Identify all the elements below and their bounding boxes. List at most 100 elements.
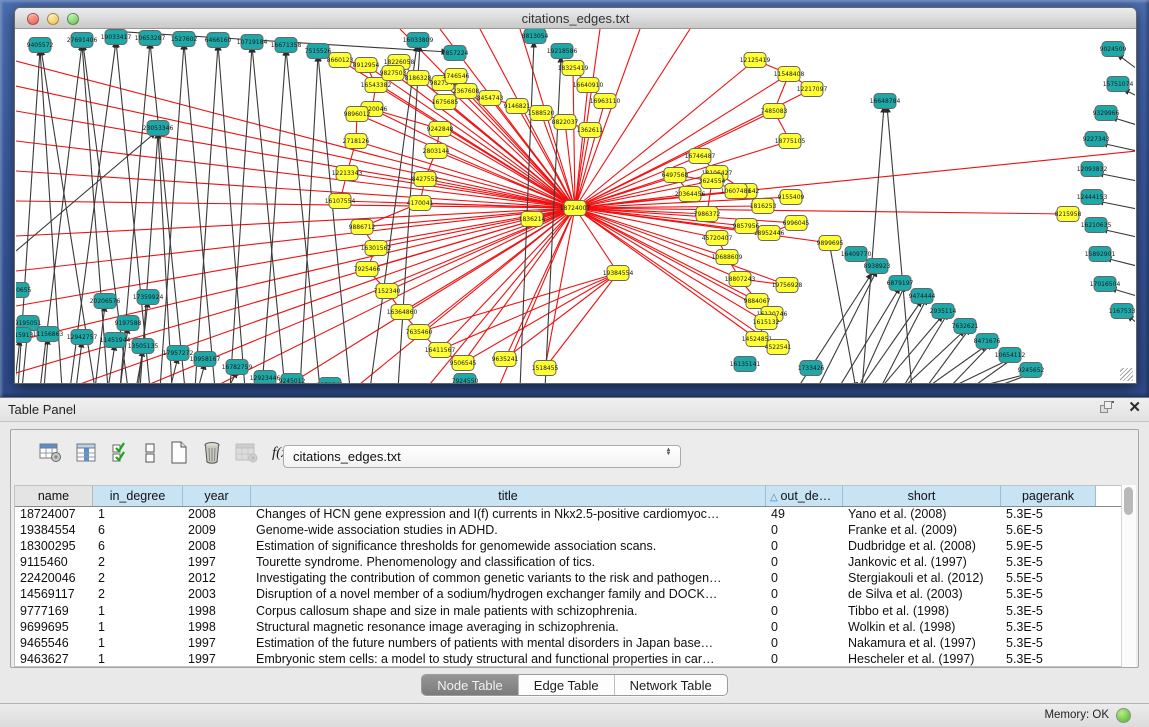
- network-node[interactable]: 16409770: [841, 247, 872, 262]
- table-cell[interactable]: 1998: [183, 620, 251, 636]
- network-node[interactable]: 9899695: [817, 236, 844, 251]
- table-cell[interactable]: 0: [766, 620, 843, 636]
- network-node[interactable]: 23053346: [143, 121, 174, 136]
- network-node[interactable]: 8822037: [552, 115, 579, 130]
- table-cell[interactable]: 5.3E-5: [1001, 555, 1096, 571]
- network-node[interactable]: 12093832: [1077, 162, 1108, 177]
- row-height-icon[interactable]: [144, 442, 156, 464]
- network-node[interactable]: 7515526: [305, 44, 332, 59]
- network-node[interactable]: 9857956: [733, 219, 760, 234]
- table-cell[interactable]: Wolkin et al. (1998): [843, 620, 1001, 636]
- network-node[interactable]: 18724007: [560, 201, 591, 216]
- column-header-in_degree[interactable]: in_degree: [93, 486, 183, 506]
- network-node[interactable]: 2718126: [343, 134, 370, 149]
- network-node[interactable]: 17359924: [133, 290, 164, 305]
- network-node[interactable]: 12923446: [250, 371, 281, 384]
- table-cell[interactable]: 0: [766, 555, 843, 571]
- table-cell[interactable]: Stergiakouli et al. (2012): [843, 571, 1001, 587]
- network-node[interactable]: 7924550: [452, 374, 479, 384]
- network-node[interactable]: 7485083: [761, 104, 788, 119]
- show-columns-icon[interactable]: [111, 442, 131, 464]
- table-cell[interactable]: Jankovic et al. (1997): [843, 555, 1001, 571]
- network-node[interactable]: 9506545: [450, 356, 477, 371]
- network-node[interactable]: 9635241: [492, 352, 519, 367]
- network-node[interactable]: 10719184: [237, 35, 268, 50]
- network-node[interactable]: 12942757: [67, 330, 98, 345]
- network-node[interactable]: 1362611: [577, 123, 604, 138]
- network-node[interactable]: 1675685: [432, 95, 459, 110]
- table-row[interactable]: 977716911998Corpus callosum shape and si…: [15, 604, 1123, 620]
- network-node[interactable]: 10688609: [712, 250, 743, 265]
- network-node[interactable]: 12125419: [740, 53, 771, 68]
- table-cell[interactable]: Disruption of a novel member of a sodium…: [251, 587, 766, 603]
- network-node[interactable]: 15751074: [1103, 77, 1134, 92]
- table-cell[interactable]: Nakamura et al. (1997): [843, 636, 1001, 652]
- network-node[interactable]: 7986372: [694, 207, 721, 222]
- table-cell[interactable]: 2009: [183, 523, 251, 539]
- table-cell[interactable]: 5.9E-5: [1001, 539, 1096, 555]
- network-node[interactable]: 9024509: [1100, 42, 1127, 57]
- table-cell[interactable]: 2008: [183, 539, 251, 555]
- network-node[interactable]: 8813054: [522, 29, 549, 44]
- table-cell[interactable]: 5.3E-5: [1001, 604, 1096, 620]
- table-cell[interactable]: 0: [766, 652, 843, 667]
- table-cell[interactable]: Hescheler et al. (1997): [843, 652, 1001, 667]
- table-cell[interactable]: 1: [93, 652, 183, 667]
- table-cell[interactable]: Tourette syndrome. Phenomenology and cla…: [251, 555, 766, 571]
- network-node[interactable]: 7635460: [406, 325, 433, 340]
- table-cell[interactable]: Estimation of significance thresholds fo…: [251, 539, 766, 555]
- network-node[interactable]: 16033809: [403, 33, 434, 48]
- column-header-short[interactable]: short: [843, 486, 1001, 506]
- float-panel-icon[interactable]: [1100, 401, 1114, 415]
- table-cell[interactable]: 18300295: [15, 539, 93, 555]
- table-cell[interactable]: 1997: [183, 652, 251, 667]
- table-row[interactable]: 1456911722003Disruption of a novel membe…: [15, 587, 1123, 603]
- table-cell[interactable]: Tibbo et al. (1998): [843, 604, 1001, 620]
- table-cell[interactable]: 9699695: [15, 620, 93, 636]
- table-cell[interactable]: 1: [93, 604, 183, 620]
- column-header-out_de[interactable]: △ out_de…: [766, 486, 843, 506]
- column-select-icon[interactable]: [76, 442, 98, 464]
- network-node[interactable]: 8912954: [353, 58, 380, 73]
- table-cell[interactable]: 9465546: [15, 636, 93, 652]
- table-cell[interactable]: Estimation of the future numbers of pati…: [251, 636, 766, 652]
- network-node[interactable]: 9146821: [504, 99, 531, 114]
- network-node[interactable]: 16301562: [361, 241, 392, 256]
- table-cell[interactable]: Franke et al. (2009): [843, 523, 1001, 539]
- network-node[interactable]: 19033417: [101, 30, 132, 45]
- network-node[interactable]: 16671358: [271, 38, 302, 53]
- network-node[interactable]: 8215958: [1055, 207, 1082, 222]
- network-node[interactable]: 1836214: [519, 212, 546, 227]
- table-cell[interactable]: 1: [93, 507, 183, 523]
- table-cell[interactable]: 0: [766, 604, 843, 620]
- table-cell[interactable]: Yano et al. (2008): [843, 507, 1001, 523]
- table-cell[interactable]: de Silva et al. (2003): [843, 587, 1001, 603]
- table-cell[interactable]: 22420046: [15, 571, 93, 587]
- network-node[interactable]: 8454743: [477, 91, 504, 106]
- table-cell[interactable]: 5.3E-5: [1001, 652, 1096, 667]
- network-node[interactable]: 11548408: [774, 67, 805, 82]
- network-node[interactable]: 45720407: [702, 231, 733, 246]
- window-resize-grip[interactable]: [1120, 368, 1133, 381]
- network-node[interactable]: 2367608: [453, 84, 480, 99]
- network-node[interactable]: 7925466: [354, 262, 381, 277]
- network-canvas[interactable]: 18724007 8660123 8912954 16543382 182260…: [16, 29, 1135, 383]
- network-node[interactable]: 12217097: [797, 82, 828, 97]
- table-settings-icon[interactable]: [39, 442, 63, 464]
- network-window[interactable]: citations_edges.txt 18724007 8660123 891…: [14, 7, 1137, 384]
- network-node[interactable]: 16107554: [325, 194, 356, 209]
- table-cell[interactable]: 0: [766, 523, 843, 539]
- table-source-dropdown[interactable]: citations_edges.txt ▲▼: [283, 445, 681, 468]
- network-node[interactable]: 20364456: [675, 187, 706, 202]
- network-node[interactable]: 1733426: [798, 361, 825, 376]
- table-cell[interactable]: 5.3E-5: [1001, 587, 1096, 603]
- table-cell[interactable]: 9463627: [15, 652, 93, 667]
- network-node[interactable]: 7857224: [442, 46, 469, 61]
- table-row[interactable]: 946554611997Estimation of the future num…: [15, 636, 1123, 652]
- network-node[interactable]: 2620655: [16, 283, 32, 298]
- network-node[interactable]: 1615132: [753, 315, 780, 330]
- table-cell[interactable]: 6: [93, 523, 183, 539]
- column-header-title[interactable]: title: [251, 486, 766, 506]
- network-node[interactable]: 19756928: [772, 278, 803, 293]
- table-cell[interactable]: 5.3E-5: [1001, 507, 1096, 523]
